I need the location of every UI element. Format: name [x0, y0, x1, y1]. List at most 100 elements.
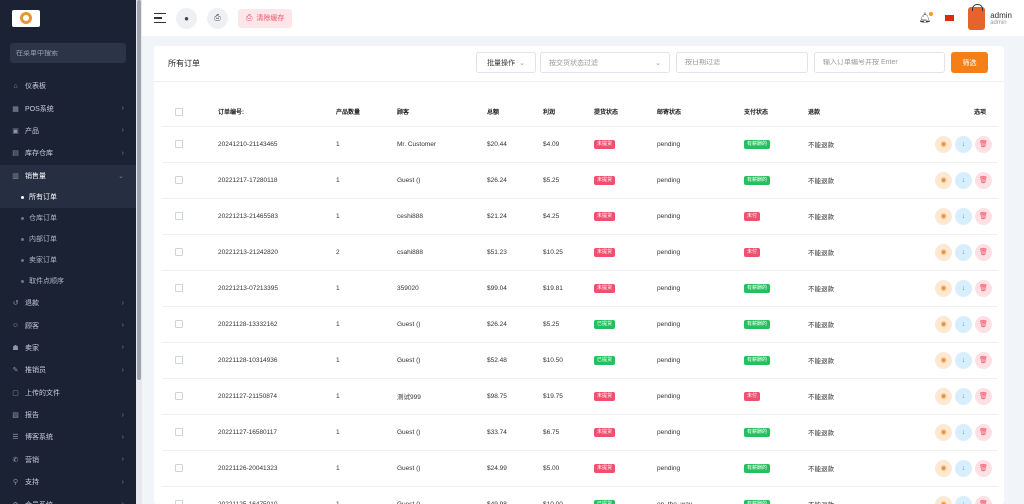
trash-icon[interactable]: 🗑︎: [975, 135, 992, 153]
sidebar-item[interactable]: ▦ POS系统 ›: [0, 97, 136, 119]
trash-icon[interactable]: 🗑︎: [975, 351, 992, 369]
trash-icon[interactable]: 🗑︎: [975, 387, 992, 405]
row-checkbox[interactable]: [175, 392, 183, 400]
sidebar-item[interactable]: ⌂ 仪表板: [0, 75, 136, 97]
order-search-field[interactable]: [814, 52, 945, 73]
download-icon[interactable]: ↓: [955, 171, 972, 189]
delivery-status: pending: [657, 234, 744, 271]
eye-icon[interactable]: ◉: [935, 279, 952, 297]
sidebar-item[interactable]: ⚙会员系统›: [0, 493, 136, 504]
trash-icon[interactable]: 🗑︎: [975, 423, 992, 441]
refund-icon: ↺: [12, 300, 19, 308]
row-checkbox[interactable]: [175, 284, 183, 292]
printer-icon[interactable]: ⎙: [207, 7, 228, 29]
download-icon[interactable]: ↓: [955, 351, 972, 369]
sidebar-item[interactable]: ▧ 报告 ›: [0, 404, 136, 426]
trash-icon[interactable]: 🗑︎: [975, 171, 992, 189]
sidebar-subitem[interactable]: 所有订单: [0, 186, 136, 208]
sidebar-scrollbar[interactable]: [136, 0, 142, 504]
download-icon[interactable]: ↓: [955, 459, 972, 477]
sidebar-item[interactable]: ☰ 博客系统 ›: [0, 426, 136, 448]
row-checkbox[interactable]: [175, 140, 183, 148]
product-qty: 1: [336, 126, 397, 163]
menu-toggle-icon[interactable]: [154, 13, 166, 23]
eye-icon[interactable]: ◉: [935, 315, 952, 333]
row-checkbox[interactable]: [175, 212, 183, 220]
admin-info[interactable]: admin admin: [990, 11, 1012, 26]
date-filter-field[interactable]: [676, 52, 808, 73]
row-checkbox[interactable]: [175, 356, 183, 364]
header-amount: 总额: [487, 98, 543, 127]
trash-icon[interactable]: 🗑︎: [975, 459, 992, 477]
sidebar-subitem[interactable]: 仓库订单: [0, 208, 136, 229]
eye-icon[interactable]: ◉: [935, 243, 952, 261]
eye-icon[interactable]: ◉: [935, 423, 952, 441]
row-checkbox[interactable]: [175, 464, 183, 472]
sidebar-subitem-label: 内部订单: [29, 236, 57, 244]
customers-icon: ☺: [11, 322, 20, 330]
clear-cache-button[interactable]: ⎙ 清除缓存: [238, 8, 293, 28]
trash-icon[interactable]: 🗑︎: [975, 279, 992, 297]
sidebar-subitem[interactable]: 卖家订单: [0, 250, 136, 271]
sidebar-item[interactable]: ▢ 上传的文件: [0, 382, 136, 404]
sidebar-item[interactable]: ▤ 库存仓库 ›: [0, 142, 136, 164]
sidebar-item[interactable]: ✆ 营销 ›: [0, 449, 136, 471]
order-code: 20221217-17280118: [218, 162, 336, 199]
eye-icon[interactable]: ◉: [935, 459, 952, 477]
download-icon[interactable]: ↓: [955, 243, 972, 261]
logo[interactable]: [0, 0, 136, 36]
eye-icon[interactable]: ◉: [935, 387, 952, 405]
row-checkbox[interactable]: [175, 320, 183, 328]
sidebar-subitem[interactable]: 取件点顺序: [0, 271, 136, 292]
row-checkbox[interactable]: [175, 176, 183, 184]
trash-icon[interactable]: 🗑︎: [975, 207, 992, 225]
blog-icon: ☰: [12, 434, 19, 442]
row-checkbox[interactable]: [175, 428, 183, 436]
download-icon[interactable]: ↓: [955, 315, 972, 333]
row-checkbox[interactable]: [175, 500, 183, 504]
row-checkbox[interactable]: [175, 248, 183, 256]
sidebar-subitem[interactable]: 内部订单: [0, 229, 136, 250]
menu-search-input[interactable]: [16, 49, 126, 57]
language-flag-icon[interactable]: [945, 15, 955, 21]
trash-icon[interactable]: 🗑︎: [975, 243, 992, 261]
download-icon[interactable]: ↓: [955, 495, 972, 504]
trash-icon[interactable]: 🗑︎: [975, 495, 992, 504]
sidebar-item[interactable]: ☗ 卖家 ›: [0, 337, 136, 359]
sidebar-item[interactable]: ✎ 推销员 ›: [0, 359, 136, 381]
delivery-status: pending: [657, 162, 744, 199]
trash-icon[interactable]: 🗑︎: [975, 315, 992, 333]
download-icon[interactable]: ↓: [955, 135, 972, 153]
filter-bar: 批量操作 ⌄ 按交货状态过滤 ⌄ 筛选: [476, 52, 988, 73]
eye-icon[interactable]: ◉: [935, 135, 952, 153]
sidebar-item[interactable]: ☺ 顾客 ›: [0, 314, 136, 336]
pickup-status-badge: 未提货: [594, 463, 616, 473]
eye-icon[interactable]: ◉: [935, 171, 952, 189]
bell-icon[interactable]: 🔔︎: [919, 11, 933, 24]
delivery-status-select[interactable]: 按交货状态过滤 ⌄: [540, 52, 670, 73]
sidebar-item-label: 会员系统: [25, 500, 122, 504]
eye-icon[interactable]: ◉: [935, 495, 952, 504]
date-filter-input[interactable]: [685, 59, 799, 66]
globe-icon[interactable]: ●: [176, 7, 197, 29]
sidebar-item[interactable]: ▥ 销售量 ⌄: [0, 164, 136, 187]
download-icon[interactable]: ↓: [955, 423, 972, 441]
menu-search[interactable]: [10, 43, 126, 63]
delivery-status: pending: [657, 198, 744, 235]
sidebar-item[interactable]: ↺ 退款 ›: [0, 292, 136, 314]
sidebar-item[interactable]: ⚲ 支持 ›: [0, 471, 136, 493]
avatar[interactable]: [968, 3, 986, 30]
download-icon[interactable]: ↓: [955, 279, 972, 297]
eye-icon[interactable]: ◉: [935, 207, 952, 225]
sidebar-scrollbar-thumb[interactable]: [137, 0, 141, 380]
download-icon[interactable]: ↓: [955, 387, 972, 405]
filter-button[interactable]: 筛选: [951, 52, 988, 73]
sidebar-item[interactable]: ▣ 产品 ›: [0, 120, 136, 142]
table-row: 20221127-16580117 1 Guest () $33.74 $6.75 未提货…: [162, 414, 998, 451]
eye-icon[interactable]: ◉: [935, 351, 952, 369]
order-search-input[interactable]: [823, 59, 936, 66]
bulk-action-dropdown[interactable]: 批量操作 ⌄: [476, 52, 536, 73]
select-all-checkbox[interactable]: [175, 107, 183, 116]
download-icon[interactable]: ↓: [955, 207, 972, 225]
customer: Mr. Customer: [397, 126, 487, 163]
